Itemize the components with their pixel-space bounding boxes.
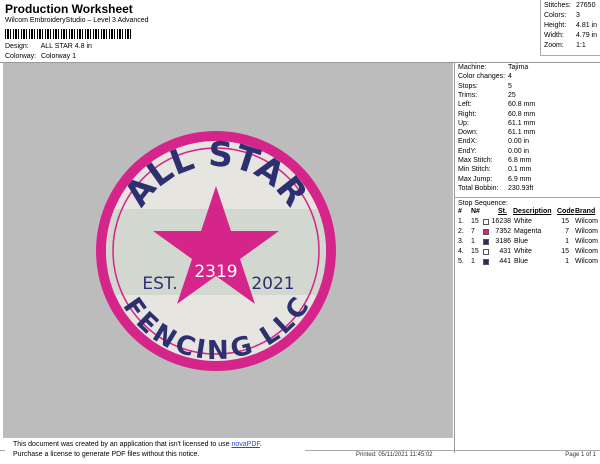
design-line: Design: ALL STAR 4.8 in [5,43,92,50]
stop-sequence-row: 4. 15 431 White 15 Wilcom [458,248,598,255]
machine-info-row: Down: 61.1 mm [458,129,536,137]
production-worksheet: Production Worksheet Wilcom EmbroiderySt… [0,0,600,464]
colorway-value: Colorway 1 [40,53,76,60]
colorway-line: Colorway: Colorway 1 [5,53,76,60]
embroidery-design: ALL STAR FENCING LLC EST. 2021 2319 [96,131,336,371]
stop-sequence-row: 5. 1 441 Blue 1 Wilcom [458,258,598,265]
center-number: 2319 [194,262,237,282]
page-title: Production Worksheet [5,2,133,16]
stat-height: Height: 4.81 in [544,22,598,29]
machine-info-row: Left: 60.8 mm [458,101,536,109]
est-text: EST. [142,274,177,294]
machine-info-row: Stops: 5 [458,82,512,90]
machine-info-row: Trims: 25 [458,91,516,99]
stat-zoom: Zoom: 1:1 [544,42,586,49]
panel-divider [455,197,600,198]
stop-sequence-row: 2. 7 7352 Magenta 7 Wilcom [458,228,598,235]
design-label: Design: [5,43,29,50]
stat-stitches: Stitches: 27650 [544,2,596,9]
thread-color-swatch [483,249,489,255]
license-notice: This document was created by an applicat… [5,440,305,461]
printed-date: Printed: 05/11/2021 11:45:02 [356,452,433,458]
thread-color-swatch [483,219,489,225]
top-stats: Stitches: 27650 Colors: 3 Height: 4.81 in W… [540,0,600,56]
design-preview: ALL STAR FENCING LLC EST. 2021 2319 [3,63,453,438]
thread-color-swatch [483,229,489,235]
novapdf-link[interactable]: novaPDF [231,441,259,448]
machine-info-row: EndY: 0.00 in [458,147,530,155]
machine-info-row: Color changes: 4 [458,73,512,81]
software-name: Wilcom EmbroideryStudio – Level 3 Advanc… [5,17,149,24]
design-value: ALL STAR 4.8 in [40,43,92,50]
stop-sequence-title: Stop Sequence: [458,200,508,207]
barcode [5,29,133,39]
stat-colors: Colors: 3 [544,12,580,19]
thread-color-swatch [483,259,489,265]
machine-info-row: Min Stitch: 0.1 mm [458,166,532,174]
machine-info-row: Max Stitch: 6.8 mm [458,157,532,164]
stop-sequence-row: 3. 1 3186 Blue 1 Wilcom [458,238,598,245]
machine-info-row: Machine: Tajima [458,64,529,71]
machine-info-row: EndX: 0.00 in [458,138,530,146]
thread-color-swatch [483,239,489,245]
stop-sequence-row: 1. 15 16238 White 15 Wilcom [458,218,598,225]
machine-info-row: Max Jump: 6.9 mm [458,175,532,183]
stat-width: Width: 4.79 in [544,32,598,39]
page-number: Page 1 of 1 [565,452,596,458]
machine-info-panel: Machine: Tajima Color changes: 4 Stops: 5 Trim… [454,63,600,453]
machine-info-row: Up: 61.1 mm [458,119,536,127]
colorway-label: Colorway: [5,53,37,60]
machine-info-row: Right: 60.8 mm [458,110,536,118]
year-text: 2021 [251,274,294,294]
machine-info-row: Total Bobbin: 230.93ft [458,184,534,192]
